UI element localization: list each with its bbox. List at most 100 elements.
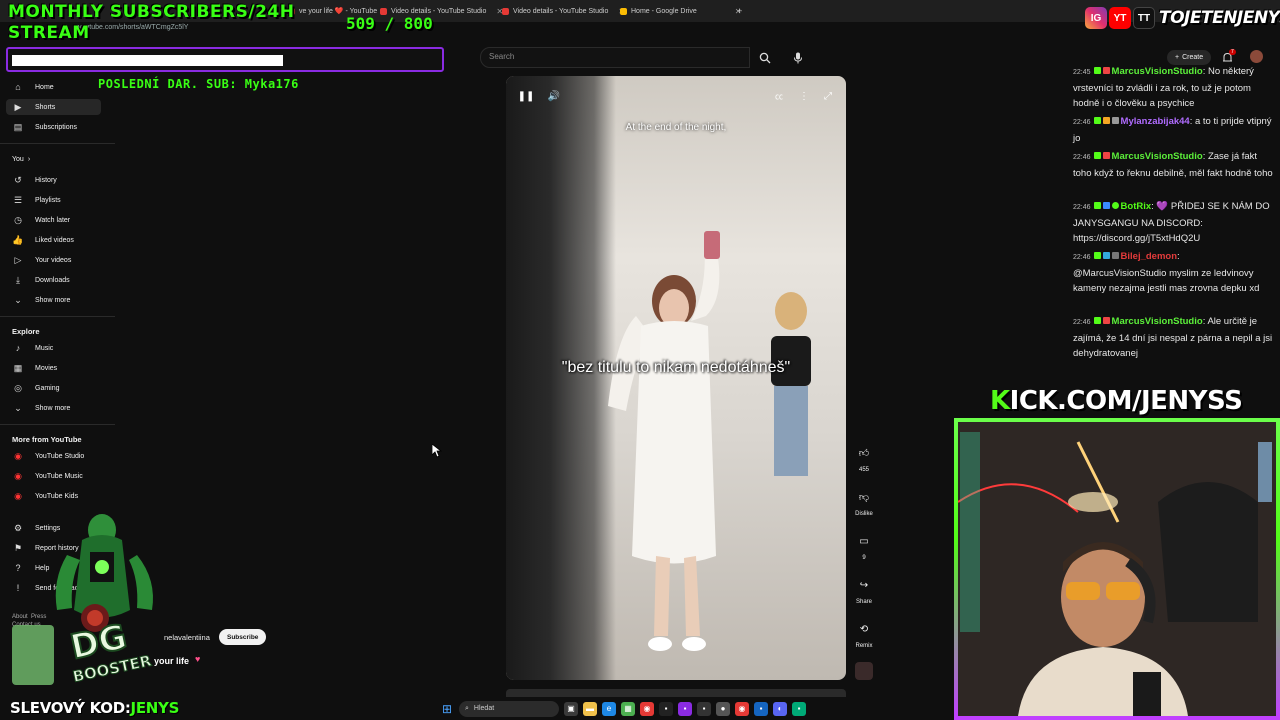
instagram-icon: IG bbox=[1085, 7, 1107, 29]
like-button[interactable]: 👍︎ 455 bbox=[848, 442, 880, 473]
sidebar-item-history[interactable]: ↺ History bbox=[12, 172, 57, 188]
heart-emoji-icon: ♥ bbox=[195, 654, 201, 664]
next-short-preview[interactable] bbox=[506, 689, 846, 697]
sidebar-item-show-more[interactable]: ⌄ Show more bbox=[12, 400, 70, 416]
sidebar-item-downloads[interactable]: ⤓ Downloads bbox=[12, 272, 70, 288]
app-icon[interactable]: ▪ bbox=[659, 701, 673, 716]
browser-tab[interactable]: Video details - YouTube Studio✕ bbox=[502, 3, 625, 19]
sidebar-item-music[interactable]: ♪ Music bbox=[12, 340, 54, 356]
sidebar-section-more-from-youtube: More from YouTube bbox=[12, 435, 82, 444]
windows-start-icon[interactable]: ⊞ bbox=[440, 702, 454, 716]
chrome-icon[interactable]: ◉ bbox=[640, 701, 654, 716]
kick-badge-icon bbox=[1093, 67, 1101, 74]
sidebar-item-playlists[interactable]: ☰ Playlists bbox=[12, 192, 61, 208]
voice-search-button[interactable] bbox=[788, 48, 808, 68]
app-icon[interactable]: ▪ bbox=[754, 701, 768, 716]
sidebar-item-show-more[interactable]: ⌄ Show more bbox=[12, 292, 70, 308]
chat-message: 22:46 BotRix: 💜 PŘIDEJ SE K NÁM DO JANYSG… bbox=[1073, 201, 1270, 244]
microphone-icon bbox=[794, 52, 802, 64]
expand-icon: ⤢ bbox=[824, 90, 832, 102]
sidebar-divider bbox=[0, 143, 115, 144]
youtube-studio-icon: ◉ bbox=[14, 450, 22, 461]
file-explorer-icon[interactable]: ▬ bbox=[583, 701, 597, 716]
app-icon[interactable]: ▪ bbox=[697, 701, 711, 716]
chat-message: 22:46 MarcusVisionStudio: Zase já fakt to… bbox=[1073, 151, 1273, 179]
chat-message: 22:45 MarcusVisionStudio: No některý vrst… bbox=[1073, 66, 1254, 109]
sidebar-item-shorts[interactable]: ▶ Shorts bbox=[6, 99, 101, 115]
channel-name[interactable]: nelavalentiina bbox=[164, 633, 210, 642]
volume-button[interactable]: 🔊 bbox=[546, 88, 562, 104]
task-view-icon[interactable]: ▣ bbox=[564, 701, 578, 716]
sidebar-item-home[interactable]: ⌂ Home bbox=[12, 79, 53, 95]
kick-badge-icon bbox=[1093, 317, 1101, 324]
fullscreen-button[interactable]: ⤢ bbox=[820, 88, 836, 104]
chat-message: 22:46 Bilej_demon: @MarcusVisionStudio my… bbox=[1073, 251, 1260, 294]
google-drive-favicon-icon bbox=[620, 7, 627, 15]
mod-badge-icon bbox=[1111, 117, 1119, 124]
video-description: your life bbox=[154, 656, 190, 666]
sidebar-item-gaming[interactable]: ◎ Gaming bbox=[12, 380, 59, 396]
sidebar-section-you[interactable]: You › bbox=[12, 151, 30, 167]
shorts-video-player[interactable]: At the end of the night, "bez titulu to … bbox=[506, 76, 846, 680]
discord-icon[interactable]: ◐ bbox=[773, 701, 787, 716]
your-videos-icon: ▷ bbox=[14, 254, 22, 265]
bot-badge-icon bbox=[1102, 202, 1110, 209]
app-icon[interactable]: ▪ bbox=[678, 701, 692, 716]
remix-icon: ⟲ bbox=[859, 623, 869, 635]
discount-code-banner: SLEVOVÝ KOD:JENYS bbox=[10, 699, 180, 717]
new-tab-button[interactable]: + bbox=[737, 3, 742, 19]
sidebar-item-youtube-music[interactable]: ◉ YouTube Music bbox=[12, 468, 83, 484]
chat-username[interactable]: Bilej_demon bbox=[1121, 251, 1178, 262]
chat-username[interactable]: MarcusVisionStudio bbox=[1112, 151, 1203, 162]
sidebar-item-liked-videos[interactable]: 👍 Liked videos bbox=[12, 232, 74, 248]
obs-icon[interactable]: ● bbox=[716, 701, 730, 716]
edge-icon[interactable]: e bbox=[602, 701, 616, 716]
chat-username[interactable]: BotRix bbox=[1121, 201, 1152, 212]
stream-goal-title: MONTHLY SUBSCRIBERS/24H STREAM bbox=[8, 2, 295, 43]
sidebar-item-subscriptions[interactable]: ▤ Subscriptions bbox=[12, 119, 77, 135]
youtube-music-icon: ◉ bbox=[14, 470, 22, 481]
comments-button[interactable]: ▭ 9 bbox=[848, 530, 880, 562]
chrome-icon[interactable]: ◉ bbox=[735, 701, 749, 716]
chat-username[interactable]: Mylanzabijak44 bbox=[1121, 116, 1190, 127]
last-donation-text: POSLEDNÍ DAR. SUB: Myka176 bbox=[98, 77, 299, 91]
sub-badge-icon bbox=[1102, 67, 1110, 74]
verified-badge-icon bbox=[1111, 202, 1119, 209]
chat-username[interactable]: MarcusVisionStudio bbox=[1112, 316, 1203, 327]
more-options-button[interactable]: ⋮ bbox=[796, 88, 812, 104]
share-icon: ↪ bbox=[859, 579, 869, 591]
plus-icon: + bbox=[1175, 54, 1180, 61]
chevron-down-icon: ⌄ bbox=[14, 294, 22, 305]
subscriber-count: 509 / 800 bbox=[346, 14, 433, 33]
gift-badge-icon bbox=[1102, 117, 1110, 124]
search-input[interactable]: Search bbox=[480, 47, 750, 68]
sidebar-item-watch-later[interactable]: ◷ Watch later bbox=[12, 212, 70, 228]
pause-button[interactable]: ❚❚ bbox=[517, 88, 535, 104]
thumbs-up-icon: 👍 bbox=[12, 234, 24, 245]
remix-button[interactable]: ⟲ Remix bbox=[848, 618, 880, 650]
sidebar-item-movies[interactable]: ▦ Movies bbox=[12, 360, 57, 376]
history-icon: ↺ bbox=[14, 174, 22, 185]
notification-badge: 7 bbox=[1229, 49, 1236, 55]
sidebar-section-explore: Explore bbox=[12, 327, 40, 336]
store-icon[interactable]: ▦ bbox=[621, 701, 635, 716]
captions-button[interactable]: ㏄ bbox=[771, 88, 787, 104]
taskbar-search[interactable]: ⌕ Hledat bbox=[459, 700, 559, 717]
browser-tab[interactable]: Home - Google Drive ✕ bbox=[620, 3, 741, 19]
subscribe-button[interactable]: Subscribe bbox=[219, 629, 267, 645]
dislike-icon: 👎︎ bbox=[858, 492, 870, 503]
comment-icon: ▭ bbox=[859, 535, 869, 547]
share-button[interactable]: ↪ Share bbox=[848, 574, 880, 606]
pause-icon: ❚❚ bbox=[517, 90, 535, 102]
sidebar-item-your-videos[interactable]: ▷ Your videos bbox=[12, 252, 72, 268]
social-links-overlay: IG YT TT TOJETENJENYS bbox=[1085, 4, 1280, 32]
app-icon[interactable]: ▪ bbox=[792, 701, 806, 716]
account-avatar[interactable] bbox=[1250, 50, 1263, 63]
search-button[interactable] bbox=[750, 47, 780, 68]
chat-username[interactable]: MarcusVisionStudio bbox=[1112, 66, 1203, 77]
audio-track-thumbnail[interactable] bbox=[855, 662, 873, 680]
dislike-button[interactable]: 👎︎ Dislike bbox=[848, 486, 880, 517]
sidebar-item-youtube-studio[interactable]: ◉ YouTube Studio bbox=[12, 448, 84, 464]
create-button[interactable]: + Create bbox=[1167, 50, 1212, 65]
kick-badge-icon bbox=[1093, 202, 1101, 209]
